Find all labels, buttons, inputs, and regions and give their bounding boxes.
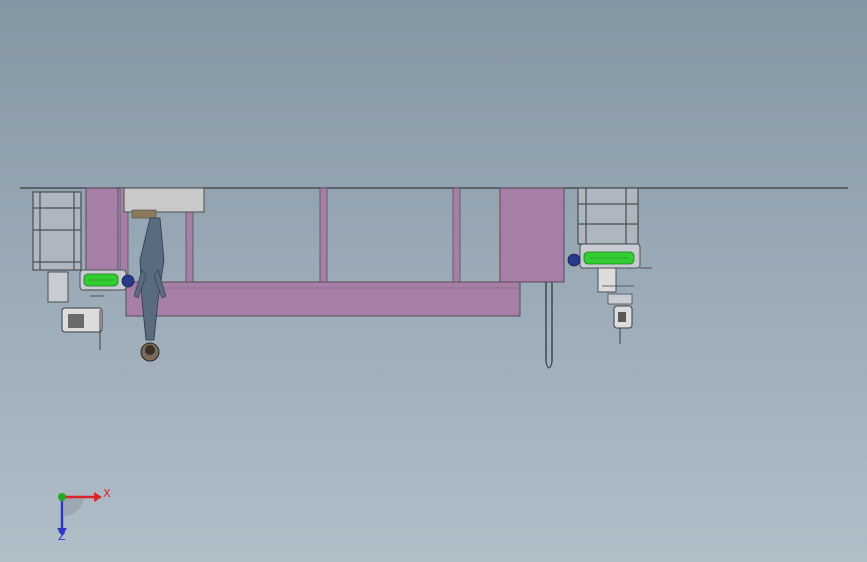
axis-x-label: X — [103, 487, 111, 500]
left-end-beam[interactable] — [85, 187, 119, 271]
axis-z-label: Z — [58, 530, 66, 543]
operator-figure — [133, 217, 167, 362]
main-girder[interactable] — [125, 281, 521, 317]
left-hoist-motor[interactable] — [79, 269, 135, 291]
crane-assembly-view[interactable] — [0, 0, 867, 562]
right-end-beam[interactable] — [499, 187, 565, 283]
right-hoist-motor[interactable] — [567, 243, 652, 269]
right-hook-rod[interactable] — [545, 282, 553, 369]
graphics-viewport[interactable]: X Z — [0, 0, 867, 562]
left-support-frame[interactable] — [32, 191, 82, 271]
right-hook-block[interactable] — [597, 267, 634, 344]
right-support-frame[interactable] — [577, 187, 639, 245]
